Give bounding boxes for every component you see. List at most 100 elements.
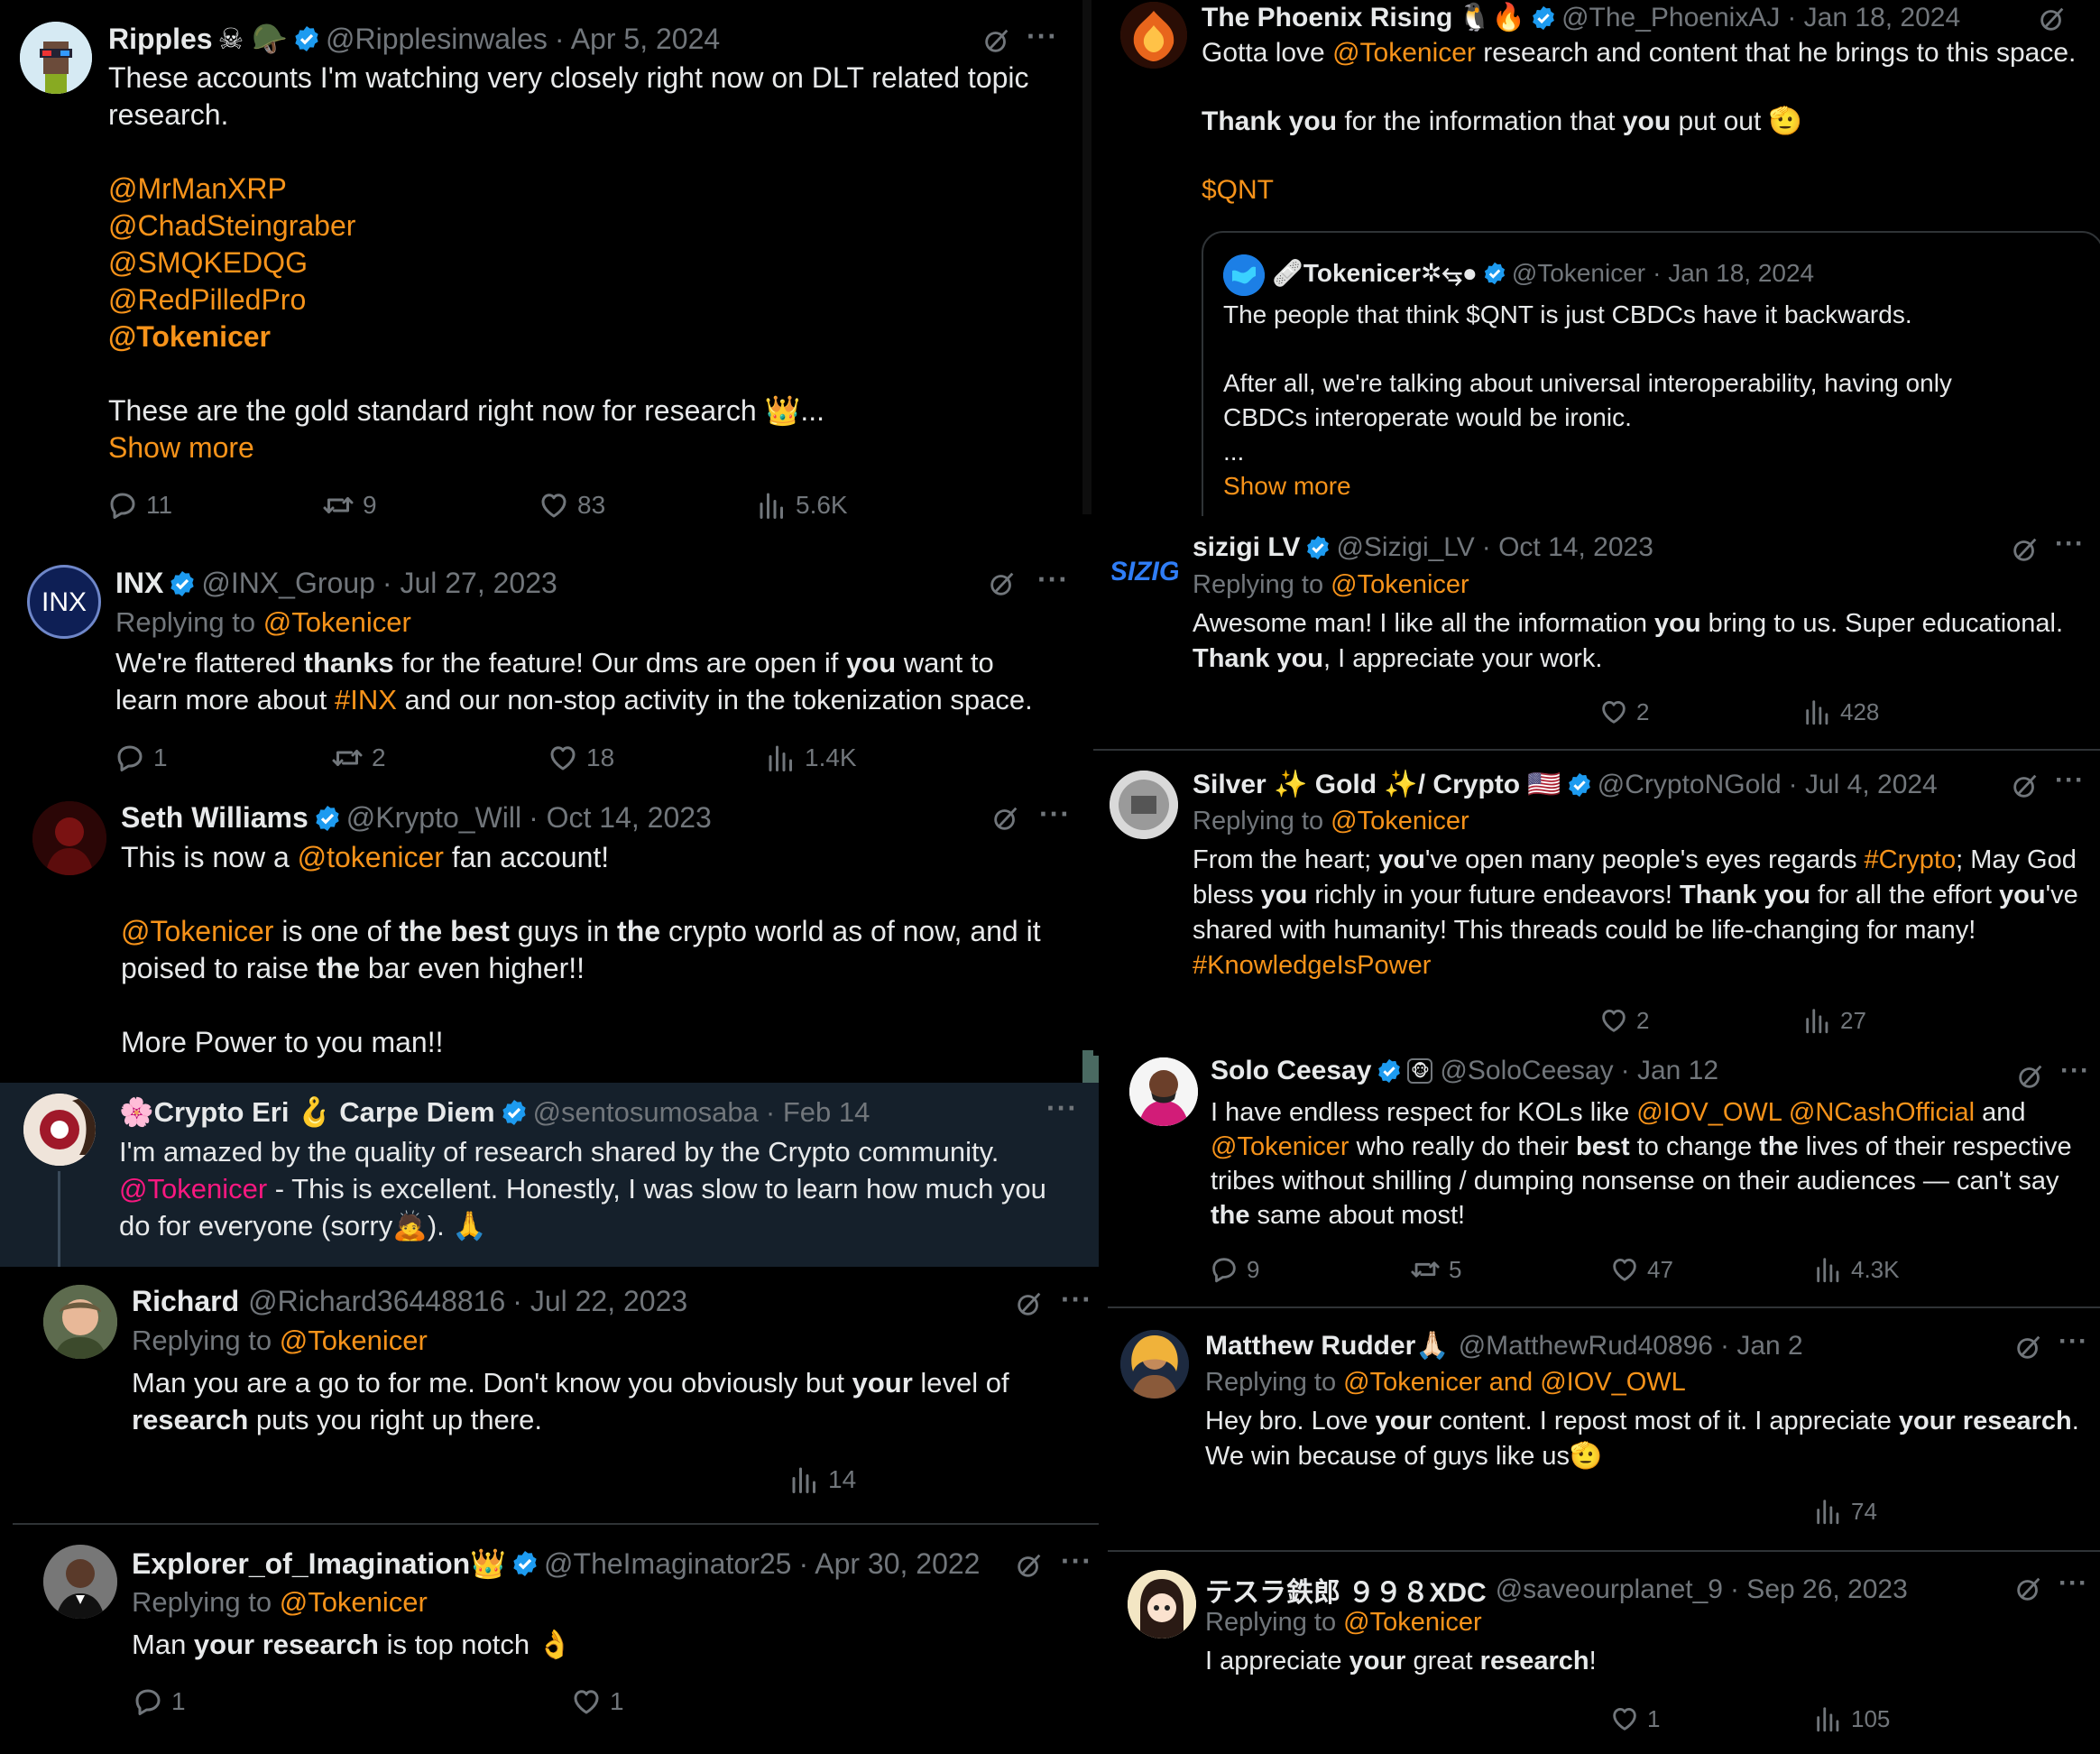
show-more-link[interactable]: Show more xyxy=(1223,469,2089,503)
quoted-tweet[interactable]: 🩹Tokenicer✲⥃● @Tokenicer · Jan 18, 2024 … xyxy=(1202,231,2100,516)
timestamp[interactable]: · Jan 18, 2024 xyxy=(1787,3,1960,33)
repost-button[interactable]: 5 xyxy=(1409,1254,1461,1285)
mention-link[interactable]: @IOV_OWL xyxy=(1636,1098,1782,1127)
timestamp[interactable]: · Apr 30, 2022 xyxy=(798,1547,980,1581)
views-button[interactable]: 74 xyxy=(1813,1496,1877,1527)
avatar[interactable] xyxy=(1110,771,1178,839)
avatar[interactable] xyxy=(23,1094,96,1166)
handle[interactable]: @MatthewRud40896 xyxy=(1459,1331,1713,1362)
display-name[interactable]: テスラ鉄郎 ９９８XDC xyxy=(1205,1570,1487,1610)
display-name[interactable]: INX xyxy=(115,567,163,600)
mention-link[interactable]: @RedPilledPro xyxy=(108,282,1082,318)
timestamp[interactable]: · Jul 27, 2023 xyxy=(382,567,557,600)
mention-link[interactable]: @Tokenicer xyxy=(280,1586,428,1618)
avatar[interactable]: INX xyxy=(27,565,101,639)
avatar[interactable] xyxy=(1129,1057,1198,1126)
handle[interactable]: @saveourplanet_9 xyxy=(1496,1574,1723,1605)
avatar[interactable] xyxy=(43,1285,117,1359)
display-name[interactable]: sizigi LV xyxy=(1193,532,1300,563)
repost-button[interactable]: 9 xyxy=(321,489,377,522)
bookmark-icon[interactable] xyxy=(1005,1463,1037,1496)
timestamp[interactable]: · Oct 14, 2023 xyxy=(529,801,712,835)
affiliation-badge[interactable]: 🐵 xyxy=(1407,1058,1433,1084)
more-options-icon[interactable]: ··· xyxy=(1046,1092,1078,1125)
grok-icon[interactable] xyxy=(2013,1332,2044,1362)
grok-icon[interactable] xyxy=(1014,1288,1045,1319)
bookmark-icon[interactable] xyxy=(980,742,1012,774)
reply-button[interactable]: 11 xyxy=(106,489,172,522)
avatar[interactable] xyxy=(1128,1570,1196,1639)
share-icon[interactable] xyxy=(1037,740,1070,772)
views-button[interactable]: 428 xyxy=(1802,697,1879,727)
more-options-icon[interactable]: ··· xyxy=(2059,1568,2088,1599)
grok-icon[interactable] xyxy=(2013,1574,2044,1604)
reply-icon[interactable] xyxy=(1193,697,1223,727)
timestamp[interactable]: · Feb 14 xyxy=(766,1096,870,1129)
timestamp[interactable]: · Jan 2 xyxy=(1720,1331,1803,1362)
grok-icon[interactable] xyxy=(1014,1550,1045,1581)
handle[interactable]: @Krypto_Will xyxy=(346,801,521,835)
repost-icon[interactable] xyxy=(1395,697,1427,727)
display-name[interactable]: Explorer_of_Imagination👑 xyxy=(132,1546,506,1581)
reply-button[interactable]: 9 xyxy=(1209,1254,1259,1285)
grok-icon[interactable] xyxy=(987,568,1018,599)
avatar[interactable] xyxy=(20,22,92,94)
display-name[interactable]: Ripples xyxy=(108,23,213,56)
reply-icon[interactable] xyxy=(1207,1703,1238,1734)
mention-link[interactable]: @Tokenicer and @IOV_OWL xyxy=(1343,1368,1686,1397)
avatar[interactable] xyxy=(1120,2,1187,69)
repost-button[interactable]: 2 xyxy=(330,742,386,774)
bookmark-icon[interactable] xyxy=(2012,1254,2042,1285)
grok-icon[interactable] xyxy=(2037,4,2068,34)
timestamp[interactable]: · Jan 12 xyxy=(1621,1056,1718,1086)
like-button[interactable]: 47 xyxy=(1609,1254,1673,1285)
more-options-icon[interactable]: ··· xyxy=(2060,1056,2090,1086)
timestamp[interactable]: · Oct 14, 2023 xyxy=(1482,532,1653,563)
reply-icon[interactable] xyxy=(1193,1005,1223,1036)
timestamp[interactable]: · Jul 4, 2024 xyxy=(1789,770,1938,800)
tweet-crypto-eri[interactable]: 🌸Crypto Eri 🪝 Carpe Diem @sentosumosaba … xyxy=(0,1083,1099,1267)
repost-icon[interactable] xyxy=(1395,1005,1427,1036)
more-options-icon[interactable]: ··· xyxy=(1027,20,1058,53)
grok-icon[interactable] xyxy=(990,803,1021,834)
share-icon[interactable] xyxy=(2051,1003,2082,1034)
heart-icon[interactable] xyxy=(1609,1496,1640,1527)
display-name[interactable]: Silver ✨ Gold ✨/ Crypto 🇺🇸 xyxy=(1193,769,1561,800)
mention-link[interactable]: @Tokenicer xyxy=(1331,570,1469,599)
more-options-icon[interactable]: ··· xyxy=(1061,1283,1092,1316)
views-button[interactable]: 5.6K xyxy=(756,489,848,522)
grok-icon[interactable] xyxy=(2010,771,2040,801)
tweet-phoenix[interactable]: The Phoenix Rising 🐧🔥 @The_PhoenixAJ · J… xyxy=(1091,0,2100,516)
tweet-solo[interactable]: Solo Ceesay 🐵 @SoloCeesay · Jan 12 ··· I… xyxy=(1108,1052,2100,1306)
avatar[interactable] xyxy=(1120,1330,1189,1399)
cashtag-link[interactable]: $QNT xyxy=(1202,173,2095,208)
share-icon[interactable] xyxy=(2062,1252,2093,1283)
more-options-icon[interactable]: ··· xyxy=(1061,1545,1092,1578)
like-button[interactable]: 1 xyxy=(1609,1703,1660,1734)
bookmark-icon[interactable] xyxy=(2012,1703,2042,1734)
hashtag-link[interactable]: #INX xyxy=(335,684,397,715)
handle[interactable]: @sentosumosaba xyxy=(533,1096,759,1129)
views-button[interactable]: 105 xyxy=(1813,1703,1890,1734)
tweet-tesla[interactable]: テスラ鉄郎 ９９８XDC @saveourplanet_9 · Sep 26, … xyxy=(1108,1552,2100,1754)
display-name[interactable]: Solo Ceesay xyxy=(1211,1056,1371,1086)
display-name[interactable]: Richard xyxy=(132,1285,239,1318)
repost-icon[interactable] xyxy=(1409,1496,1441,1527)
bookmark-icon[interactable] xyxy=(2001,1005,2031,1036)
hashtag-link[interactable]: #Crypto xyxy=(1865,845,1957,874)
reply-icon[interactable] xyxy=(1207,1496,1238,1527)
display-name[interactable]: 🌸Crypto Eri 🪝 Carpe Diem xyxy=(119,1095,495,1129)
handle[interactable]: @CryptoNGold xyxy=(1598,770,1782,800)
mention-link[interactable]: @tokenicer xyxy=(298,841,444,873)
reply-button[interactable]: 1 xyxy=(114,742,168,774)
mention-link[interactable]: @Tokenicer xyxy=(263,606,411,638)
like-button[interactable]: 2 xyxy=(1598,697,1649,727)
timestamp[interactable]: · Apr 5, 2024 xyxy=(555,23,720,56)
handle[interactable]: @Sizigi_LV xyxy=(1336,532,1474,563)
show-more-link[interactable]: Show more xyxy=(108,429,1082,466)
mention-link[interactable]: @SMQKEDQG xyxy=(108,245,1082,282)
repost-icon[interactable] xyxy=(346,1463,381,1496)
repost-icon[interactable] xyxy=(1409,1703,1441,1734)
like-button[interactable]: 18 xyxy=(547,742,614,774)
grok-icon[interactable] xyxy=(2010,534,2040,565)
